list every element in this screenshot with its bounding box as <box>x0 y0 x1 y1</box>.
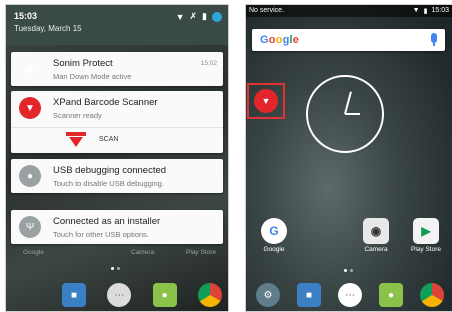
camera-icon: ◉ <box>363 218 389 244</box>
page-indicator <box>111 267 120 270</box>
contacts-icon[interactable]: ■ <box>62 283 86 307</box>
notification-title: XPand Barcode Scanner <box>53 97 158 108</box>
clock-minute-hand <box>344 91 352 115</box>
google-logo-text: G <box>260 34 269 46</box>
notification-time: 15:02 <box>200 60 217 67</box>
lock-icon: ▣ <box>25 63 35 75</box>
android-debug-icon: ● <box>19 165 41 187</box>
notification-text: Touch for other USB options. <box>53 230 149 239</box>
clock-time: 15:03 <box>14 11 38 21</box>
chrome-icon[interactable] <box>197 283 222 307</box>
app-label: Play Store <box>411 246 441 253</box>
wifi-icon: ▼ <box>175 11 185 22</box>
mic-icon[interactable] <box>431 33 437 46</box>
contacts-icon[interactable]: ■ <box>297 283 321 307</box>
notification-sonim-protect[interactable]: ▣ Sonim Protect Man Down Mode active 15:… <box>11 52 223 86</box>
notification-title: Sonim Protect <box>53 58 113 69</box>
status-icons: ▼ ▮ 15:03 <box>413 7 449 15</box>
notification-text: Touch to disable USB debugging. <box>53 179 164 188</box>
notification-text: Scanner ready <box>53 111 102 120</box>
signal-off-icon: ✗ <box>189 11 198 21</box>
barcode-widget[interactable]: ▼ <box>247 83 285 119</box>
notification-xpand-barcode[interactable]: ▼ XPand Barcode Scanner Scanner ready SC… <box>11 91 223 153</box>
status-bar: No service. ▼ ▮ 15:03 <box>246 5 452 17</box>
app-drawer-icon[interactable]: ⋯ <box>338 283 362 307</box>
dim-app-label-camera: Camera <box>131 249 155 256</box>
notification-usb-debugging[interactable]: ● USB debugging connected Touch to disab… <box>11 159 223 193</box>
dock: ⚙ ■ ⋯ ● <box>256 283 444 307</box>
google-logo: Google <box>260 34 300 46</box>
app-label: Camera <box>364 246 388 253</box>
status-time: 15:03 <box>431 7 449 14</box>
divider <box>11 127 223 128</box>
clock-hour-hand <box>345 113 360 115</box>
chrome-icon[interactable] <box>420 283 444 307</box>
page-indicator <box>344 269 353 272</box>
notification-installer[interactable]: Ψ Connected as an installer Touch for ot… <box>11 210 223 244</box>
notification-shade-screen: 15:03 Tuesday, March 15 ▼ ✗ ▮ ▣ Sonim Pr… <box>5 4 229 312</box>
dock: ■ ⋯ ● <box>62 283 222 307</box>
battery-icon: ▮ <box>202 11 207 21</box>
analog-clock-widget[interactable] <box>306 75 384 153</box>
barcode-scanner-icon[interactable] <box>63 132 89 148</box>
messages-icon[interactable]: ● <box>379 283 403 307</box>
scan-action-button[interactable]: SCAN <box>99 136 118 143</box>
dim-app-label-play-store: Play Store <box>186 249 216 256</box>
settings-icon[interactable]: ⚙ <box>256 283 280 307</box>
play-store-icon: ▶ <box>413 218 439 244</box>
app-drawer-icon[interactable]: ⋯ <box>107 283 132 307</box>
messages-icon[interactable]: ● <box>152 283 177 307</box>
google-search-bar[interactable]: Google <box>252 29 445 51</box>
dim-app-label-google: Google <box>23 249 44 256</box>
shade-header: 15:03 Tuesday, March 15 ▼ ✗ ▮ <box>6 5 228 45</box>
app-camera[interactable]: ◉ Camera <box>356 218 396 253</box>
notification-title: USB debugging connected <box>53 165 167 176</box>
wifi-shield-icon: ▼ <box>254 89 278 113</box>
header-status-icons: ▼ ✗ ▮ <box>176 11 222 22</box>
app-play-store[interactable]: ▶ Play Store <box>406 218 446 253</box>
user-avatar-icon[interactable] <box>212 11 222 22</box>
date-label: Tuesday, March 15 <box>14 24 82 33</box>
home-screen: No service. ▼ ▮ 15:03 Google ▼ G Google … <box>245 4 452 312</box>
wifi-icon: ▼ <box>412 7 420 14</box>
app-google[interactable]: G Google <box>254 218 294 253</box>
google-app-icon: G <box>261 218 287 244</box>
usb-icon: Ψ <box>19 216 41 238</box>
app-label: Google <box>263 246 285 253</box>
carrier-label: No service. <box>249 7 285 14</box>
notification-title: Connected as an installer <box>53 216 161 227</box>
battery-icon: ▮ <box>423 8 428 15</box>
wifi-shield-icon: ▼ <box>19 97 41 119</box>
notification-text: Man Down Mode active <box>53 72 132 81</box>
